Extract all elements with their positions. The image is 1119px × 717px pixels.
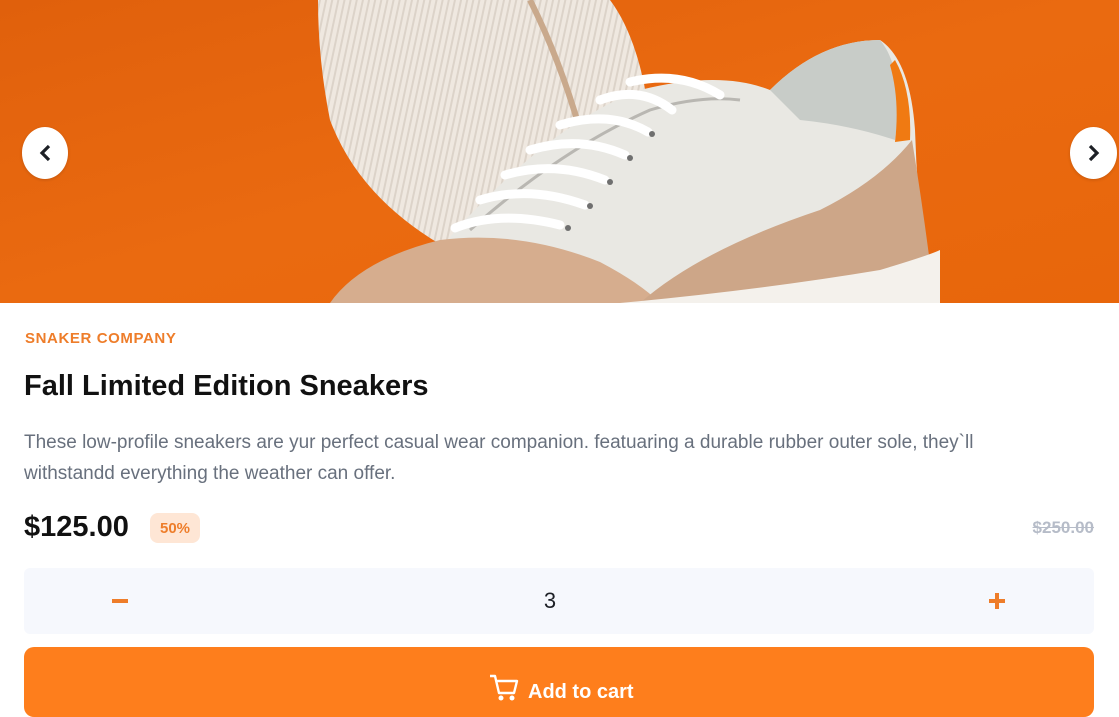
next-image-button[interactable] xyxy=(1070,127,1117,179)
chevron-right-icon xyxy=(1088,144,1099,162)
product-image xyxy=(0,0,1119,303)
product-description: These low-profile sneakers are yur perfe… xyxy=(24,432,974,484)
quantity-stepper: 3 xyxy=(24,568,1094,634)
increase-quantity-button[interactable] xyxy=(967,568,1027,634)
company-name: SNAKER COMPANY xyxy=(25,330,177,347)
product-gallery xyxy=(0,0,1119,303)
add-to-cart-label: Add to cart xyxy=(528,681,634,703)
price-row: $125.00 50% $250.00 xyxy=(24,509,1094,549)
plus-icon xyxy=(989,593,1005,609)
product-title: Fall Limited Edition Sneakers xyxy=(24,370,429,402)
original-price: $250.00 xyxy=(1032,518,1094,537)
quantity-value: 3 xyxy=(543,588,557,613)
minus-icon xyxy=(112,599,128,603)
previous-image-button[interactable] xyxy=(22,127,68,179)
current-price: $125.00 xyxy=(24,511,129,543)
add-to-cart-button[interactable]: Add to cart xyxy=(24,647,1094,717)
discount-badge: 50% xyxy=(150,513,200,543)
decrease-quantity-button[interactable] xyxy=(90,568,150,634)
cart-icon xyxy=(490,674,519,700)
chevron-left-icon xyxy=(39,144,51,162)
